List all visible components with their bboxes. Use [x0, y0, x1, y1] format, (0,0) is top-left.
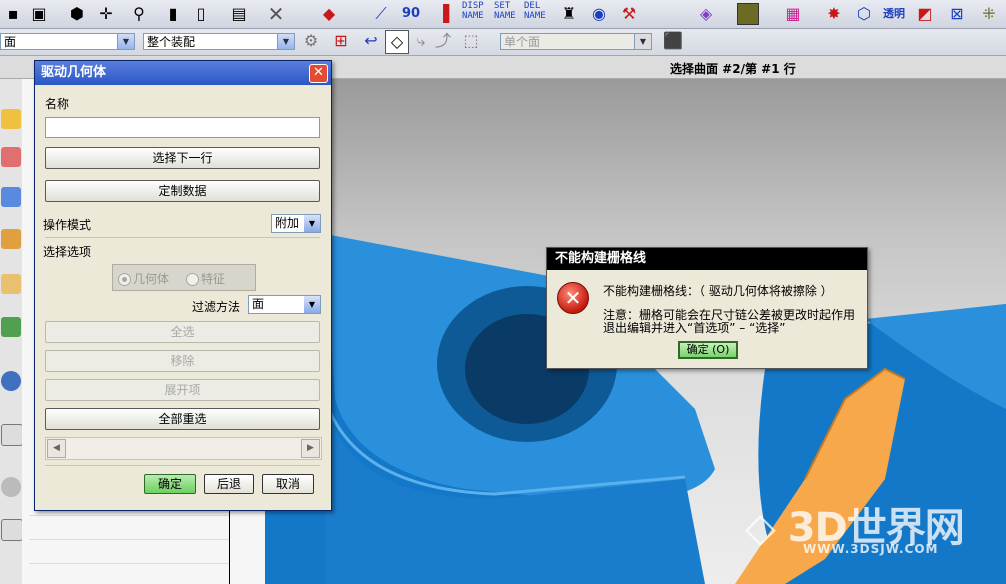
custom-data-button[interactable]: 定制数据	[45, 180, 320, 202]
error-ok-button[interactable]: 确定 (O)	[678, 341, 738, 359]
face-select-icon[interactable]: ◇	[385, 30, 409, 54]
error-note: 退出编辑并进入“首选项” – “选择”	[603, 321, 786, 335]
op-mode-select[interactable]: 附加 ▼	[271, 214, 321, 233]
drive-geometry-dialog: 驱动几何体 ✕ 名称 选择下一行 定制数据 操作模式 附加 ▼ 选择选项 几何体 …	[34, 60, 332, 511]
document-icon[interactable]	[1, 424, 23, 446]
del-name-icon[interactable]: DEL NAME	[524, 1, 546, 21]
set-name-icon[interactable]: SET NAME	[494, 1, 516, 21]
scroll-left-icon[interactable]: ◀	[47, 439, 66, 458]
grid-icon[interactable]: ⁜	[978, 3, 1000, 25]
paint-icon[interactable]: ◆	[318, 3, 340, 25]
bracket-icon[interactable]: ▐	[432, 3, 454, 25]
clock-icon[interactable]	[1, 477, 21, 497]
explode-icon[interactable]: ✸	[823, 3, 845, 25]
cube-outline-icon[interactable]: ⬡	[853, 3, 875, 25]
row-divider	[29, 515, 229, 516]
expand-items-button[interactable]: 展开项	[45, 379, 320, 401]
divider	[45, 465, 320, 466]
part-icon[interactable]	[1, 147, 21, 167]
op-mode-label: 操作模式	[43, 218, 92, 232]
resource-bar	[0, 79, 23, 584]
error-icon: ✕	[557, 282, 589, 314]
color-swatch[interactable]	[737, 3, 759, 25]
books-icon[interactable]	[1, 317, 21, 337]
radio-geometry[interactable]: 几何体	[118, 270, 169, 287]
filter-method-label: 过滤方法	[192, 300, 241, 314]
filter-icon[interactable]: ⚙	[300, 30, 322, 52]
radio-icon	[118, 273, 131, 286]
main-toolbar: ▪ ▣ ⬢ ✛ ⚲ ▮ ▯ ▤ ✕ ◆ ⟋ 90 ▐ DISP NAME SET N…	[0, 0, 1006, 29]
selection-mode-combo[interactable]: 单个面 ▼	[500, 33, 652, 50]
selection-toolbar: 面 ▼ 整个装配 ▼ ⚙ ⊞ ↩ ◇ ⤷ ⤴ ⬚ 单个面 ▼ ⬛	[0, 29, 1006, 56]
chevron-down-icon[interactable]: ▼	[634, 34, 651, 49]
tool-icon[interactable]: ⚲	[128, 3, 150, 25]
prompt-text: 选择曲面 #2/第 #1 行	[670, 62, 796, 76]
close-icon[interactable]: ✕	[309, 64, 328, 83]
line-icon[interactable]: ⟋	[370, 3, 392, 25]
reselect-all-button[interactable]: 全部重选	[45, 408, 320, 430]
select-next-row-button[interactable]: 选择下一行	[45, 147, 320, 169]
cancel-button[interactable]: 取消	[262, 474, 314, 494]
rect-select-icon[interactable]: ⬚	[460, 30, 482, 52]
layer-icon[interactable]: ▦	[782, 3, 804, 25]
error-title: 不能构建栅格线	[547, 248, 867, 270]
back-button[interactable]: 后退	[204, 474, 254, 494]
select-all-button[interactable]: 全选	[45, 321, 320, 343]
transparent-icon[interactable]: 透明	[883, 3, 905, 25]
row-divider	[29, 539, 229, 540]
assembly-combo[interactable]: 整个装配 ▼	[143, 33, 295, 50]
ok-button[interactable]: 确定	[144, 474, 196, 494]
eye-icon[interactable]: ◉	[588, 3, 610, 25]
select-options-radio-group: 几何体 特征	[112, 264, 256, 291]
watermark-url: WWW.3DSJW.COM	[803, 542, 939, 556]
tool-icon[interactable]: ⬢	[66, 3, 88, 25]
arrow-icon[interactable]: ↩	[360, 30, 382, 52]
remove-button[interactable]: 移除	[45, 350, 320, 372]
tool-icon[interactable]: ▣	[28, 3, 50, 25]
angle-icon[interactable]: 90	[400, 3, 422, 25]
section-icon[interactable]: ◩	[914, 3, 936, 25]
filter-combo[interactable]: 面 ▼	[0, 33, 135, 50]
name-input[interactable]	[45, 117, 320, 138]
tool-icon[interactable]: ▪	[2, 3, 24, 25]
tool-icon[interactable]: ▯	[190, 3, 212, 25]
tools-icon[interactable]: ⚒	[618, 3, 640, 25]
divider	[45, 237, 320, 238]
operation-navigator-icon[interactable]	[1, 187, 21, 207]
tool-icon[interactable]: ▤	[228, 3, 250, 25]
chevron-down-icon[interactable]: ▼	[304, 215, 320, 232]
library-icon[interactable]	[1, 274, 21, 294]
delete-icon[interactable]: ✕	[265, 3, 287, 25]
name-label: 名称	[45, 97, 70, 111]
tool-icon[interactable]: ✛	[95, 3, 117, 25]
select-icon[interactable]: ⊞	[330, 30, 352, 52]
filter-method-select[interactable]: 面 ▼	[248, 295, 321, 314]
radio-icon	[186, 273, 199, 286]
web-icon[interactable]	[1, 371, 21, 391]
cube-icon[interactable]: ⬛	[662, 30, 684, 52]
list-icon[interactable]	[1, 519, 23, 541]
chevron-down-icon[interactable]: ▼	[277, 34, 294, 49]
bucket-icon[interactable]: ♜	[558, 3, 580, 25]
chevron-down-icon[interactable]: ▼	[117, 34, 134, 49]
watermark: ◇ 3D世界网 WWW.3DSJW.COM	[745, 495, 965, 556]
error-message: 不能构建栅格线：（ 驱动几何体将被擦除 ）	[603, 284, 833, 298]
horizontal-scrollbar[interactable]: ◀ ▶	[45, 437, 322, 460]
chevron-down-icon[interactable]: ▼	[304, 296, 320, 313]
disp-name-icon[interactable]: DISP NAME	[462, 1, 484, 21]
chain-icon[interactable]: ⤴	[432, 30, 454, 52]
scroll-right-icon[interactable]: ▶	[301, 439, 320, 458]
row-divider	[29, 563, 229, 564]
tool-navigator-icon[interactable]	[1, 229, 21, 249]
error-dialog: 不能构建栅格线 ✕ 不能构建栅格线：（ 驱动几何体将被擦除 ） 注意：栅格可能会…	[546, 247, 868, 369]
cube-icon[interactable]: ◈	[695, 3, 717, 25]
dialog-title-bar: 驱动几何体 ✕	[35, 61, 331, 85]
radio-feature[interactable]: 特征	[186, 270, 225, 287]
dialog-title: 驱动几何体	[41, 65, 107, 80]
tool-icon[interactable]: ▮	[162, 3, 184, 25]
select-options-label: 选择选项	[43, 245, 92, 259]
assembly-icon[interactable]	[1, 109, 21, 129]
box-icon[interactable]: ⊠	[946, 3, 968, 25]
chain-icon[interactable]: ⤷	[410, 30, 432, 52]
